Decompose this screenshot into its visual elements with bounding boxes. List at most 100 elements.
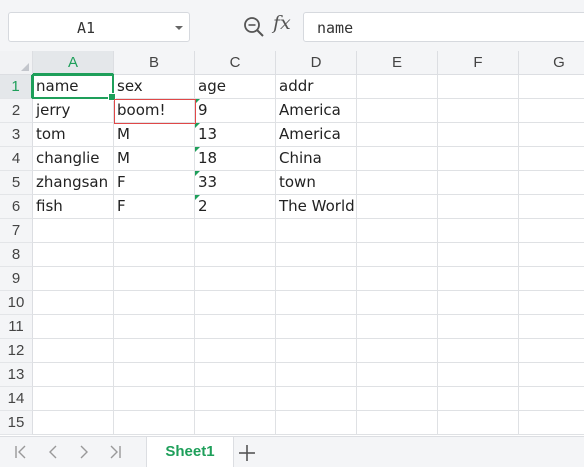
first-sheet-icon[interactable] <box>13 444 29 460</box>
cell-a11[interactable] <box>33 315 114 339</box>
cell-b2[interactable]: boom! <box>114 99 195 123</box>
cell-f3[interactable] <box>438 123 519 147</box>
row-header-2[interactable]: 2 <box>0 99 33 123</box>
cell-g5[interactable] <box>519 171 584 195</box>
cell-a10[interactable] <box>33 291 114 315</box>
cell-d10[interactable] <box>276 291 357 315</box>
cell-d15[interactable] <box>276 411 357 435</box>
cell-d9[interactable] <box>276 267 357 291</box>
cell-e10[interactable] <box>357 291 438 315</box>
cell-b14[interactable] <box>114 387 195 411</box>
cell-d11[interactable] <box>276 315 357 339</box>
cell-c6[interactable]: 2 <box>195 195 276 219</box>
cell-c2[interactable]: 9 <box>195 99 276 123</box>
cell-c3[interactable]: 13 <box>195 123 276 147</box>
cell-c15[interactable] <box>195 411 276 435</box>
cell-f8[interactable] <box>438 243 519 267</box>
cell-e1[interactable] <box>357 75 438 99</box>
cell-g1[interactable] <box>519 75 584 99</box>
cell-e5[interactable] <box>357 171 438 195</box>
cell-f13[interactable] <box>438 363 519 387</box>
cell-b6[interactable]: F <box>114 195 195 219</box>
cell-c7[interactable] <box>195 219 276 243</box>
cell-e4[interactable] <box>357 147 438 171</box>
cell-c14[interactable] <box>195 387 276 411</box>
cell-b15[interactable] <box>114 411 195 435</box>
row-header-15[interactable]: 15 <box>0 411 33 435</box>
cell-c13[interactable] <box>195 363 276 387</box>
cell-e3[interactable] <box>357 123 438 147</box>
cell-f12[interactable] <box>438 339 519 363</box>
row-header-13[interactable]: 13 <box>0 363 33 387</box>
cell-e6[interactable] <box>357 195 438 219</box>
cell-d4[interactable]: China <box>276 147 357 171</box>
cell-e2[interactable] <box>357 99 438 123</box>
row-header-8[interactable]: 8 <box>0 243 33 267</box>
sheet-tab-sheet1[interactable]: Sheet1 <box>146 437 234 467</box>
cell-f4[interactable] <box>438 147 519 171</box>
row-header-5[interactable]: 5 <box>0 171 33 195</box>
cell-g11[interactable] <box>519 315 584 339</box>
row-header-7[interactable]: 7 <box>0 219 33 243</box>
cell-g10[interactable] <box>519 291 584 315</box>
cell-g8[interactable] <box>519 243 584 267</box>
cell-g7[interactable] <box>519 219 584 243</box>
cell-g14[interactable] <box>519 387 584 411</box>
cell-f6[interactable] <box>438 195 519 219</box>
cell-d5[interactable]: town <box>276 171 357 195</box>
column-header-f[interactable]: F <box>438 51 519 75</box>
cell-b4[interactable]: M <box>114 147 195 171</box>
cell-g6[interactable] <box>519 195 584 219</box>
cell-f7[interactable] <box>438 219 519 243</box>
cell-c4[interactable]: 18 <box>195 147 276 171</box>
column-header-e[interactable]: E <box>357 51 438 75</box>
cell-g3[interactable] <box>519 123 584 147</box>
cell-b7[interactable] <box>114 219 195 243</box>
cell-g12[interactable] <box>519 339 584 363</box>
cell-a5[interactable]: zhangsan <box>33 171 114 195</box>
add-sheet-icon[interactable] <box>238 444 256 462</box>
cell-g15[interactable] <box>519 411 584 435</box>
cell-g9[interactable] <box>519 267 584 291</box>
row-header-3[interactable]: 3 <box>0 123 33 147</box>
cell-b1[interactable]: sex <box>114 75 195 99</box>
cell-f1[interactable] <box>438 75 519 99</box>
cell-g13[interactable] <box>519 363 584 387</box>
name-box[interactable]: A1 <box>8 12 190 42</box>
cell-d14[interactable] <box>276 387 357 411</box>
cell-e7[interactable] <box>357 219 438 243</box>
cell-c10[interactable] <box>195 291 276 315</box>
cell-b5[interactable]: F <box>114 171 195 195</box>
cell-c1[interactable]: age <box>195 75 276 99</box>
row-header-14[interactable]: 14 <box>0 387 33 411</box>
cell-c8[interactable] <box>195 243 276 267</box>
cell-f11[interactable] <box>438 315 519 339</box>
cell-c11[interactable] <box>195 315 276 339</box>
row-header-1[interactable]: 1 <box>0 75 33 99</box>
cell-d8[interactable] <box>276 243 357 267</box>
fx-icon[interactable]: fx <box>273 12 291 34</box>
row-header-11[interactable]: 11 <box>0 315 33 339</box>
cell-d1[interactable]: addr <box>276 75 357 99</box>
cell-b13[interactable] <box>114 363 195 387</box>
cell-a1[interactable]: name <box>33 75 114 99</box>
cell-a13[interactable] <box>33 363 114 387</box>
column-header-a[interactable]: A <box>33 51 114 75</box>
cell-b3[interactable]: M <box>114 123 195 147</box>
cell-f10[interactable] <box>438 291 519 315</box>
column-header-c[interactable]: C <box>195 51 276 75</box>
last-sheet-icon[interactable] <box>107 444 123 460</box>
cell-d13[interactable] <box>276 363 357 387</box>
cell-a7[interactable] <box>33 219 114 243</box>
cell-a14[interactable] <box>33 387 114 411</box>
cell-b10[interactable] <box>114 291 195 315</box>
cell-f15[interactable] <box>438 411 519 435</box>
row-header-10[interactable]: 10 <box>0 291 33 315</box>
cell-a2[interactable]: jerry <box>33 99 114 123</box>
column-header-b[interactable]: B <box>114 51 195 75</box>
cell-e13[interactable] <box>357 363 438 387</box>
cell-f5[interactable] <box>438 171 519 195</box>
cell-d7[interactable] <box>276 219 357 243</box>
cell-e9[interactable] <box>357 267 438 291</box>
cell-b8[interactable] <box>114 243 195 267</box>
